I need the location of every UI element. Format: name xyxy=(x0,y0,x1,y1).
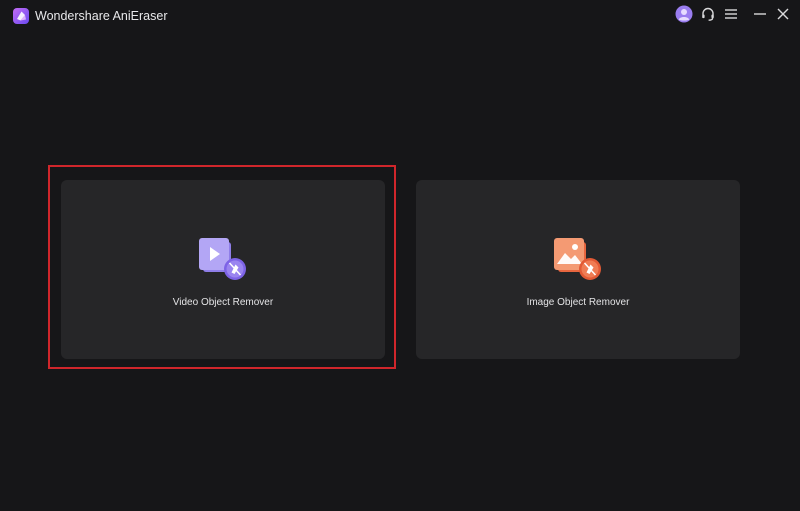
minimize-icon xyxy=(753,7,767,26)
card-label: Image Object Remover xyxy=(526,297,630,308)
title-bar: Wondershare AniEraser xyxy=(0,0,800,32)
image-object-remover-icon xyxy=(554,238,606,282)
avatar-button[interactable] xyxy=(674,5,694,28)
minimize-button[interactable] xyxy=(750,6,770,26)
video-object-remover-icon xyxy=(199,238,251,282)
menu-button[interactable] xyxy=(721,6,741,26)
hamburger-menu-icon xyxy=(724,7,738,25)
avatar-icon xyxy=(675,5,693,28)
app-title: Wondershare AniEraser xyxy=(35,9,168,23)
video-object-remover-card[interactable]: Video Object Remover xyxy=(61,180,385,359)
headset-icon xyxy=(700,6,716,27)
close-button[interactable] xyxy=(773,6,793,26)
close-icon xyxy=(776,7,790,26)
app-logo-icon xyxy=(12,7,30,25)
image-object-remover-card[interactable]: Image Object Remover xyxy=(416,180,740,359)
card-label: Video Object Remover xyxy=(172,297,274,308)
support-button[interactable] xyxy=(698,6,718,26)
